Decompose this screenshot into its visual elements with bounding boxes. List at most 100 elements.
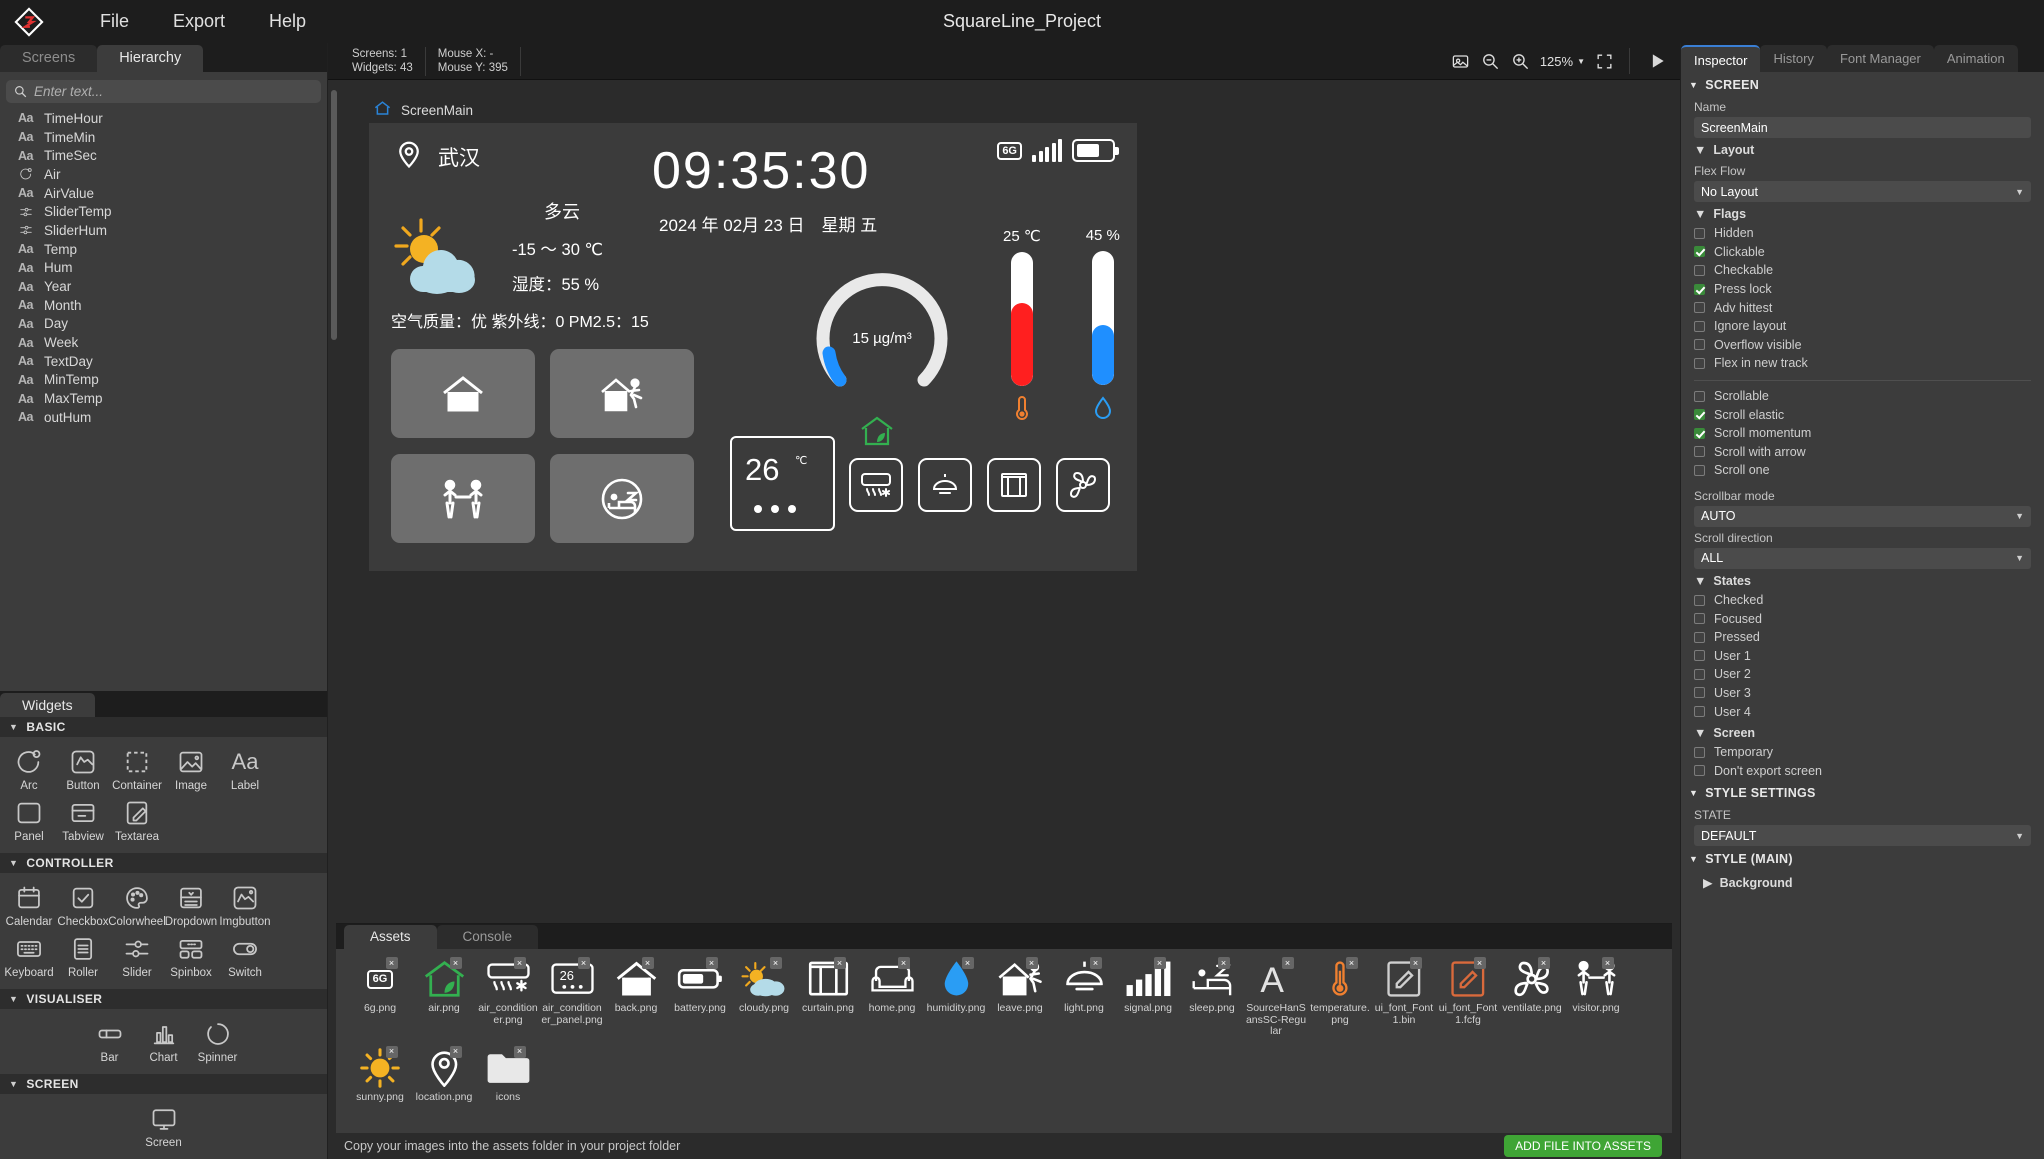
widget-button[interactable]: Button — [56, 743, 110, 794]
asset-item[interactable]: ×sunny.png — [348, 1048, 412, 1104]
ac-panel[interactable]: 26 ℃ — [730, 436, 835, 531]
asset-item[interactable]: ×ui_font_Font1.fcfg — [1436, 959, 1500, 1038]
scroll-flags-list[interactable]: ScrollableScroll elasticScroll momentumS… — [1681, 387, 2044, 480]
widget-section-basic[interactable]: ▼BASIC — [0, 717, 327, 737]
checkbox-icon[interactable] — [1694, 632, 1705, 643]
asset-item[interactable]: ×icons — [476, 1048, 540, 1104]
asset-item[interactable]: ×cloudy.png — [732, 959, 796, 1038]
air-conditioner-control[interactable] — [849, 458, 903, 512]
assets-area[interactable]: 6G×6g.png×air.png×air_conditioner.png26×… — [336, 949, 1672, 1133]
remove-asset-button[interactable]: × — [1090, 957, 1102, 969]
hierarchy-item-slidertemp[interactable]: SliderTemp — [0, 202, 327, 221]
screenshot-icon[interactable] — [1446, 47, 1476, 76]
asset-item[interactable]: ×leave.png — [988, 959, 1052, 1038]
widget-container[interactable]: Container — [110, 743, 164, 794]
widget-dropdown[interactable]: Dropdown — [164, 879, 218, 930]
asset-item[interactable]: ×home.png — [860, 959, 924, 1038]
widget-textarea[interactable]: Textarea — [110, 794, 164, 845]
checkbox-icon[interactable] — [1694, 706, 1705, 717]
style-settings-section[interactable]: ▼ STYLE SETTINGS — [1681, 780, 2044, 804]
asset-item[interactable]: ×temperature.png — [1308, 959, 1372, 1038]
checkbox-icon[interactable] — [1694, 747, 1705, 758]
widget-spinbox[interactable]: Spinbox — [164, 930, 218, 981]
device-preview[interactable]: 武汉 — [369, 123, 1137, 571]
remove-asset-button[interactable]: × — [386, 957, 398, 969]
checkbox-icon[interactable] — [1694, 613, 1705, 624]
remove-asset-button[interactable]: × — [450, 1046, 462, 1058]
tab-assets[interactable]: Assets — [344, 925, 437, 949]
widget-keyboard[interactable]: Keyboard — [2, 930, 56, 981]
tab-screens[interactable]: Screens — [0, 45, 97, 72]
checkbox-icon[interactable] — [1694, 358, 1705, 369]
widget-colorwheel[interactable]: Colorwheel — [110, 879, 164, 930]
asset-item[interactable]: ×back.png — [604, 959, 668, 1038]
hierarchy-item-timehour[interactable]: AaTimeHour — [0, 109, 327, 128]
asset-item[interactable]: ×humidity.png — [924, 959, 988, 1038]
hierarchy-item-temp[interactable]: AaTemp — [0, 240, 327, 259]
widget-arc[interactable]: Arc — [2, 743, 56, 794]
tab-inspector[interactable]: Inspector — [1681, 45, 1760, 72]
search-input[interactable] — [34, 84, 313, 99]
add-file-into-assets-button[interactable]: ADD FILE INTO ASSETS — [1504, 1135, 1662, 1157]
flag-scroll-elastic[interactable]: Scroll elastic — [1681, 405, 2044, 424]
widget-checkbox[interactable]: Checkbox — [56, 879, 110, 930]
menu-export[interactable]: Export — [151, 5, 247, 38]
inspector-screen-section[interactable]: ▼ SCREEN — [1681, 72, 2044, 96]
checkbox-icon[interactable] — [1694, 284, 1705, 295]
flag-flex-in-new-track[interactable]: Flex in new track — [1681, 354, 2044, 373]
widget-tabview[interactable]: Tabview — [56, 794, 110, 845]
state-checked[interactable]: Checked — [1681, 591, 2044, 610]
hierarchy-item-timesec[interactable]: AaTimeSec — [0, 146, 327, 165]
zoom-out-icon[interactable] — [1476, 47, 1506, 76]
ventilate-control[interactable] — [1056, 458, 1110, 512]
flag-clickable[interactable]: Clickable — [1681, 243, 2044, 262]
widget-screen[interactable]: Screen — [137, 1100, 191, 1151]
asset-item[interactable]: ×ventilate.png — [1500, 959, 1564, 1038]
widget-image[interactable]: Image — [164, 743, 218, 794]
tab-font-manager[interactable]: Font Manager — [1827, 45, 1934, 72]
hierarchy-item-month[interactable]: AaMonth — [0, 296, 327, 315]
remove-asset-button[interactable]: × — [898, 957, 910, 969]
state-focused[interactable]: Focused — [1681, 609, 2044, 628]
flag-adv-hittest[interactable]: Adv hittest — [1681, 298, 2044, 317]
state-user-4[interactable]: User 4 — [1681, 702, 2044, 721]
checkbox-icon[interactable] — [1694, 428, 1705, 439]
remove-asset-button[interactable]: × — [1282, 957, 1294, 969]
remove-asset-button[interactable]: × — [514, 957, 526, 969]
checkbox-icon[interactable] — [1694, 687, 1705, 698]
tab-history[interactable]: History — [1760, 45, 1826, 72]
hierarchy-item-sliderhum[interactable]: SliderHum — [0, 221, 327, 240]
tab-animation[interactable]: Animation — [1934, 45, 2018, 72]
widget-spinner[interactable]: Spinner — [191, 1015, 245, 1066]
hierarchy-item-maxtemp[interactable]: AaMaxTemp — [0, 389, 327, 408]
hierarchy-item-mintemp[interactable]: AaMinTemp — [0, 371, 327, 390]
flex-flow-select[interactable]: No Layout ▼ — [1694, 181, 2031, 202]
hierarchy-item-outhum[interactable]: AaoutHum — [0, 408, 327, 427]
play-icon[interactable] — [1640, 47, 1674, 76]
inspector-body[interactable]: ▼ SCREEN Name ScreenMain ▼ Layout Flex F… — [1681, 72, 2044, 1159]
screen-sub-section[interactable]: ▼ Screen — [1681, 721, 2044, 743]
remove-asset-button[interactable]: × — [1602, 957, 1614, 969]
zoom-in-icon[interactable] — [1506, 47, 1536, 76]
remove-asset-button[interactable]: × — [962, 957, 974, 969]
tab-widgets[interactable]: Widgets — [0, 693, 95, 717]
remove-asset-button[interactable]: × — [1538, 957, 1550, 969]
checkbox-icon[interactable] — [1694, 650, 1705, 661]
widget-section-controller[interactable]: ▼CONTROLLER — [0, 853, 327, 873]
tab-hierarchy[interactable]: Hierarchy — [97, 45, 203, 72]
asset-item[interactable]: ×location.png — [412, 1048, 476, 1104]
home-tile[interactable] — [391, 349, 535, 438]
asset-item[interactable]: A×SourceHanSansSC-Regular — [1244, 959, 1308, 1038]
layout-section[interactable]: ▼ Layout — [1681, 138, 2044, 160]
widget-chart[interactable]: Chart — [137, 1015, 191, 1066]
remove-asset-button[interactable]: × — [706, 957, 718, 969]
remove-asset-button[interactable]: × — [450, 957, 462, 969]
visitor-tile[interactable] — [391, 454, 535, 543]
remove-asset-button[interactable]: × — [514, 1046, 526, 1058]
name-field[interactable]: ScreenMain — [1694, 117, 2031, 138]
flag-overflow-visible[interactable]: Overflow visible — [1681, 336, 2044, 355]
widget-label[interactable]: AaLabel — [218, 743, 272, 794]
background-sub-section[interactable]: ▶ Background — [1681, 870, 2044, 893]
hierarchy-search-box[interactable] — [6, 80, 321, 103]
temperature-bar[interactable] — [1011, 252, 1033, 386]
